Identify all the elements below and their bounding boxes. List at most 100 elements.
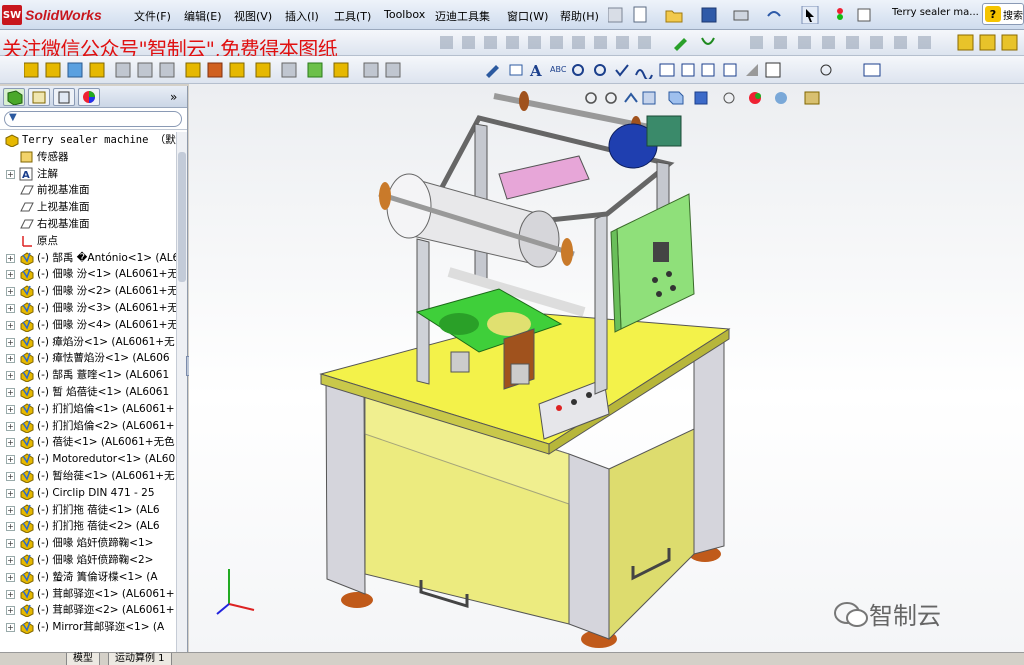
menu-insert[interactable]: 插入(I) (285, 8, 319, 24)
check-icon (615, 64, 629, 77)
leg-left (325, 378, 366, 595)
menu-edit[interactable]: 编辑(E) (184, 8, 222, 24)
tree-item[interactable]: + (-) 扪扪焰倫<1> (AL6061+ (0, 401, 176, 418)
box-button-3 (656, 291, 662, 297)
tree-filter-input[interactable]: ▼ (4, 111, 182, 127)
expand-icon[interactable]: + (6, 303, 15, 313)
expand-icon[interactable]: + (6, 555, 15, 565)
toolbox-yellow-icon (957, 34, 974, 51)
expand-icon[interactable]: + (6, 270, 15, 280)
expand-icon[interactable]: + (6, 371, 15, 381)
tree-item[interactable]: + (-) 蓓徒<1> (AL6061+无色 (0, 434, 176, 451)
tab-model[interactable]: 模型 (66, 653, 100, 665)
property-manager-tab[interactable] (28, 88, 50, 106)
tree-item[interactable]: + (-) 佃喙 焰奸偾蹄鞠<1> (0, 535, 176, 552)
tree-item[interactable]: + (-) 佃喙 汾<1> (AL6061+无 (0, 266, 176, 283)
axis-triad (216, 569, 255, 615)
tree-item[interactable]: + (-) 佃喙 汾<2> (AL6061+无 (0, 283, 176, 300)
graphics-area[interactable]: 智制云 (189, 84, 1024, 652)
tree-item[interactable]: 上视基准面 (0, 199, 176, 216)
tree-item[interactable]: 前视基准面 (0, 182, 176, 199)
expand-icon[interactable]: + (6, 253, 15, 263)
expand-icon[interactable]: + (6, 471, 15, 481)
tree-item[interactable]: 原点 (0, 233, 176, 250)
menu-window[interactable]: 窗口(W) (507, 8, 548, 24)
tree-item[interactable]: + (-) 茸邮驿迩<1> (AL6061+ (0, 586, 176, 603)
menu-help[interactable]: 帮助(H) (560, 8, 599, 24)
tree-item[interactable]: + (-) 瘴怯蓸焰汾<1> (AL606 (0, 350, 176, 367)
tree-item[interactable]: + A 注解 (0, 166, 176, 183)
tree-item[interactable]: + (-) 扪扪拖 蓓徒<1> (AL6 (0, 502, 176, 519)
tree-item[interactable]: + (-) 暂 焰蓓徒<1> (AL6061 (0, 384, 176, 401)
tree-item[interactable]: + (-) Circlip DIN 471 - 25 (0, 485, 176, 502)
part-icon (19, 251, 34, 266)
new-document-icon (633, 6, 647, 23)
expand-icon[interactable]: + (6, 320, 15, 330)
tree-item[interactable]: + (-) 佃喙 汾<3> (AL6061+无 (0, 300, 176, 317)
tree-item[interactable]: + (-) 瘴焰汾<1> (AL6061+无 (0, 334, 176, 351)
tree-item[interactable]: + (-) 暂绐蓰<1> (AL6061+无 (0, 468, 176, 485)
expand-icon[interactable]: + (6, 404, 15, 414)
tree-item[interactable]: + (-) 郜禹 薏喹<1> (AL6061 (0, 367, 176, 384)
scrollbar-thumb[interactable] (178, 152, 186, 282)
expand-icon[interactable]: + (6, 488, 15, 498)
appearance-tab[interactable] (78, 88, 100, 106)
solidworks-logo[interactable]: SW SolidWorks (2, 3, 120, 27)
gearbox (646, 115, 682, 147)
expand-icon[interactable]: + (6, 623, 15, 633)
cylinder-right (510, 363, 530, 385)
expand-icon[interactable]: + (6, 539, 15, 549)
expand-icon[interactable]: + (6, 606, 15, 616)
tree-item[interactable]: + (-) 佃喙 焰奸偾蹄鞠<2> (0, 552, 176, 569)
color-wheel-icon (83, 91, 95, 103)
expand-icon[interactable]: + (6, 354, 15, 364)
tree-item[interactable]: + (-) 扪扪拖 蓓徒<2> (AL6 (0, 518, 176, 535)
tree-item-label: (-) 郜禹 薏喹<1> (AL6061 (37, 369, 170, 382)
tree-item[interactable]: + (-) 扪扪焰倫<2> (AL6061+ (0, 418, 176, 435)
menu-view[interactable]: 视图(V) (234, 8, 272, 24)
open-folder-icon (665, 10, 683, 23)
configuration-manager-tab[interactable] (53, 88, 75, 106)
tree-item-label: (-) Mirror茸邮驿迩<1> (A (37, 621, 165, 634)
table-icon (863, 63, 881, 77)
tab-motion-study[interactable]: 运动算例 1 (108, 653, 172, 665)
tray-cavity-1 (439, 313, 479, 335)
tree-item[interactable]: + (-) 茸邮驿迩<2> (AL6061+ (0, 602, 176, 619)
expand-icon[interactable]: + (6, 169, 15, 179)
expand-icon[interactable]: + (6, 522, 15, 532)
tree-item-label: 传感器 (37, 150, 69, 163)
triangle-icon (746, 64, 758, 76)
tree-root[interactable]: Terry sealer machine （默 (0, 132, 176, 149)
insert-component-icon (24, 62, 39, 78)
tree-item-label: (-) 郜禹 �António<1> (AL6061+无 (37, 251, 176, 264)
tree-scrollbar[interactable] (176, 132, 187, 652)
expand-icon[interactable]: + (6, 589, 15, 599)
help-search-box[interactable]: ? 搜索 (982, 3, 1024, 25)
foot-front-left (341, 592, 373, 608)
expand-icon[interactable]: + (6, 387, 15, 397)
tree-item-label: (-) 佃喙 汾<1> (AL6061+无 (37, 268, 176, 281)
menu-toolbox[interactable]: Toolbox (384, 8, 425, 21)
tree-item[interactable]: 传感器 (0, 149, 176, 166)
expand-icon[interactable]: + (6, 505, 15, 515)
expand-icon[interactable]: + (6, 287, 15, 297)
tree-item[interactable]: + (-) Motoredutor<1> (AL60 (0, 451, 176, 468)
tree-item[interactable]: + (-) 蟄渏 簣倫讶楪<1> (A (0, 569, 176, 586)
expand-icon[interactable]: + (6, 337, 15, 347)
wechat-label: 智制云 (869, 602, 941, 630)
expand-icon[interactable]: + (6, 438, 15, 448)
roll-collar-left (379, 182, 391, 210)
menu-file[interactable]: 文件(F) (134, 8, 171, 24)
tree-item-label: 上视基准面 (37, 201, 90, 214)
feature-manager-tab[interactable] (3, 88, 25, 106)
panel-collapse-icon[interactable]: » (170, 90, 177, 104)
menu-tools[interactable]: 工具(T) (334, 8, 371, 24)
menu-maidi-tools[interactable]: 迈迪工具集 (435, 8, 490, 24)
tree-item[interactable]: + (-) Mirror茸邮驿迩<1> (A (0, 619, 176, 636)
expand-icon[interactable]: + (6, 572, 15, 582)
expand-icon[interactable]: + (6, 455, 15, 465)
tree-item[interactable]: 右视基准面 (0, 216, 176, 233)
expand-icon[interactable]: + (6, 421, 15, 431)
tree-item[interactable]: + (-) 郜禹 �António<1> (AL6061+无 (0, 250, 176, 267)
tree-item[interactable]: + (-) 佃喙 汾<4> (AL6061+无 (0, 317, 176, 334)
